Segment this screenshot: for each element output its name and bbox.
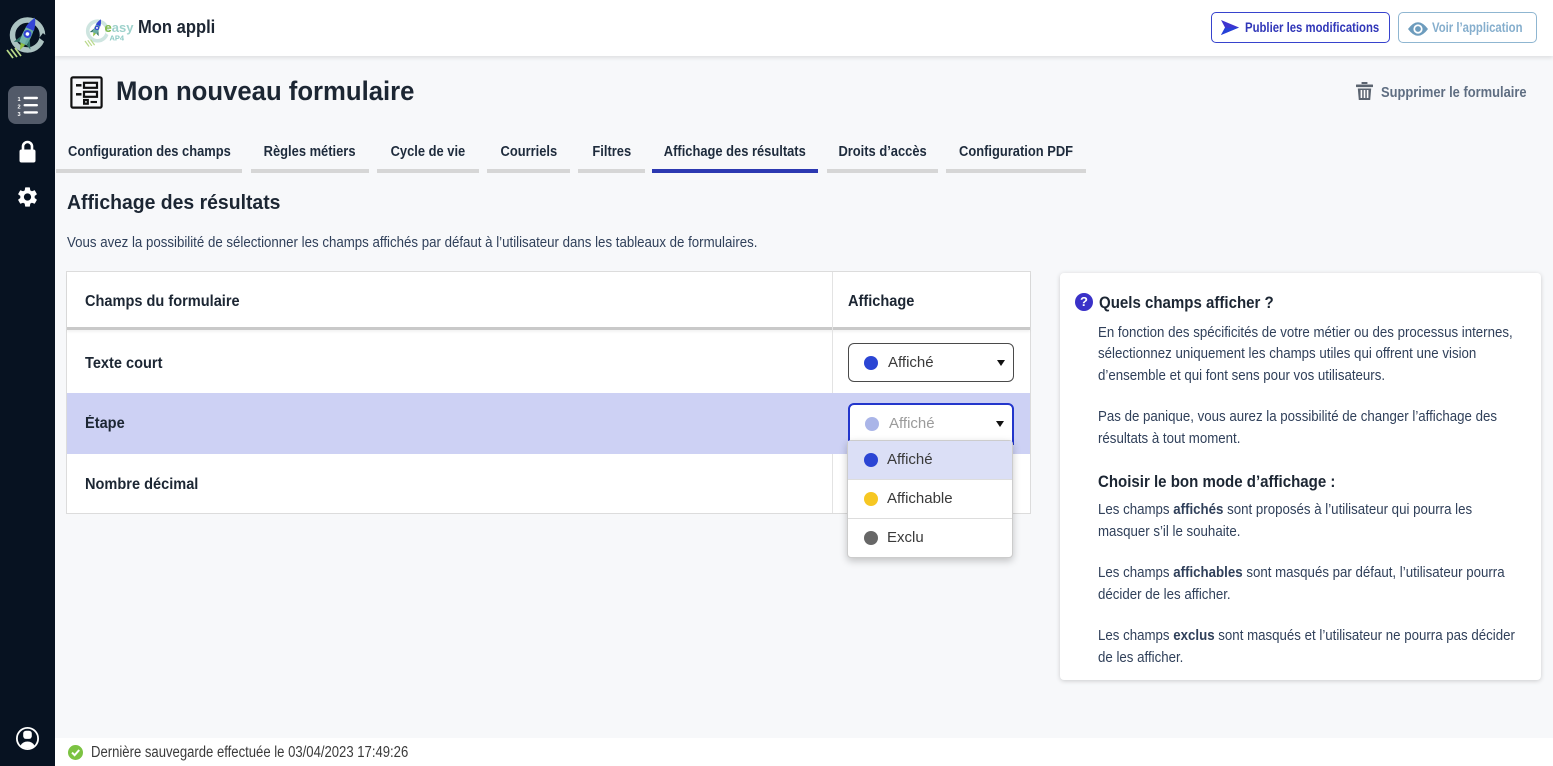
svg-text:2: 2 (18, 105, 21, 111)
svg-text:1: 1 (18, 97, 21, 103)
svg-text:3: 3 (18, 112, 21, 117)
svg-text:AP4: AP4 (110, 34, 125, 43)
